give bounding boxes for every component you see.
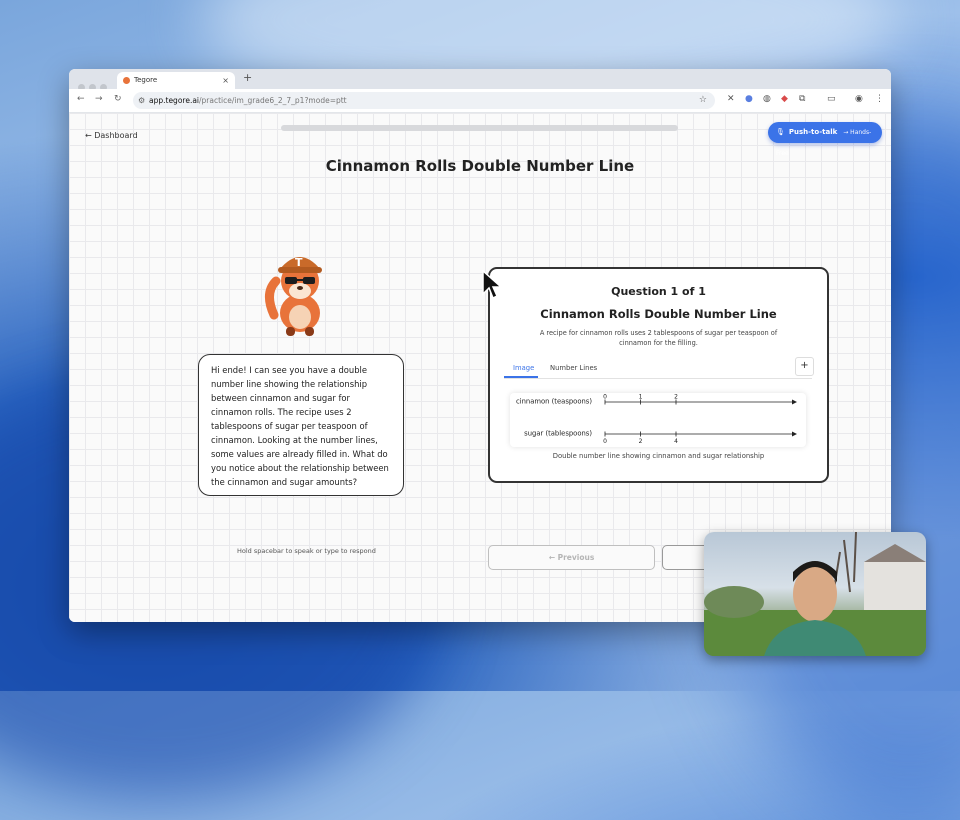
tab-strip: Tegore × + (69, 69, 891, 91)
previous-button[interactable]: ← Previous (488, 545, 655, 570)
tutor-message-bubble: Hi ende! I can see you have a double num… (198, 354, 404, 496)
microphone-icon: 🎙 (776, 128, 785, 136)
red-panda-mascot-icon: T (265, 256, 322, 336)
extension-icon[interactable]: ◍ (763, 94, 771, 104)
url-path: /practice/im_grade6_2_7_p1?mode=ptt (199, 96, 347, 105)
svg-text:T: T (295, 256, 303, 269)
tick-label: 2 (674, 394, 678, 401)
question-tabs: Image Number Lines (504, 360, 812, 379)
push-to-talk-toggle[interactable]: 🎙 Push-to-talk → Hands-Free (768, 122, 882, 157)
webcam-overlay (704, 532, 926, 656)
mouse-cursor-icon (482, 270, 502, 300)
back-arrow-icon[interactable]: ← (77, 94, 85, 104)
number-line-arrowhead (792, 431, 797, 437)
tick-label: 1 (639, 394, 643, 401)
sidebar-icon[interactable]: ▭ (827, 94, 836, 104)
tick-label: 0 (603, 394, 607, 401)
tick-label: 4 (674, 438, 678, 445)
question-counter: Question 1 of 1 (611, 285, 706, 298)
tab-number-lines[interactable]: Number Lines (550, 364, 597, 372)
page-title: Cinnamon Rolls Double Number Line (325, 157, 635, 175)
tick-label: 0 (603, 438, 607, 445)
add-button[interactable]: + (795, 357, 814, 376)
active-tab-indicator (504, 376, 538, 378)
reload-icon[interactable]: ↻ (114, 94, 122, 104)
tegore-favicon-icon (123, 76, 130, 84)
question-card: Question 1 of 1 Cinnamon Rolls Double Nu… (488, 267, 829, 483)
puzzle-extensions-icon[interactable]: ⧉ (799, 94, 805, 104)
input-hint: Hold spacebar to speak or type to respon… (237, 547, 376, 555)
close-tab-icon[interactable]: × (222, 72, 229, 89)
bookmark-star-icon[interactable]: ☆ (699, 92, 707, 109)
menu-dots-icon[interactable]: ⋮ (875, 94, 884, 104)
profile-avatar-icon[interactable]: ◉ (855, 94, 863, 104)
browser-tab[interactable]: Tegore × (117, 72, 235, 89)
tab-title: Tegore (134, 76, 158, 84)
browser-toolbar: ← → ↻ ⚙ app.tegore.ai/practice/im_grade6… (69, 89, 891, 113)
double-number-line-chart: cinnamon (teaspoons) 0 1 2 sugar (tablespoon… (516, 394, 797, 445)
number-line-label: sugar (tablespoons) (524, 430, 592, 438)
question-title: Cinnamon Rolls Double Number Line (540, 307, 777, 321)
extension-icon[interactable]: ● (745, 94, 753, 104)
progress-bar (281, 125, 678, 131)
notification-extension-icon[interactable]: ◆ (781, 94, 788, 104)
push-to-talk-label: Push-to-talk (788, 128, 838, 136)
x-extension-icon[interactable]: ✕ (727, 94, 735, 104)
number-line-label: cinnamon (teaspoons) (516, 398, 592, 406)
image-caption: Double number line showing cinnamon and … (552, 452, 765, 460)
dashboard-back-link[interactable]: ← Dashboard (85, 131, 138, 140)
new-tab-button[interactable]: + (243, 71, 252, 84)
number-line-arrowhead (792, 399, 797, 405)
url-host: app.tegore.ai (149, 96, 200, 105)
question-description: A recipe for cinnamon rolls uses 2 table… (539, 329, 778, 347)
tick-label: 2 (639, 438, 643, 445)
double-number-line-image: cinnamon (teaspoons) 0 1 2 sugar (tablespoon… (510, 393, 806, 447)
site-settings-icon[interactable]: ⚙ (138, 92, 145, 109)
address-bar[interactable]: ⚙ app.tegore.ai/practice/im_grade6_2_7_p… (133, 92, 715, 109)
webcam-video-frame (704, 532, 926, 656)
forward-arrow-icon[interactable]: → (95, 94, 103, 104)
tab-image[interactable]: Image (513, 364, 534, 372)
